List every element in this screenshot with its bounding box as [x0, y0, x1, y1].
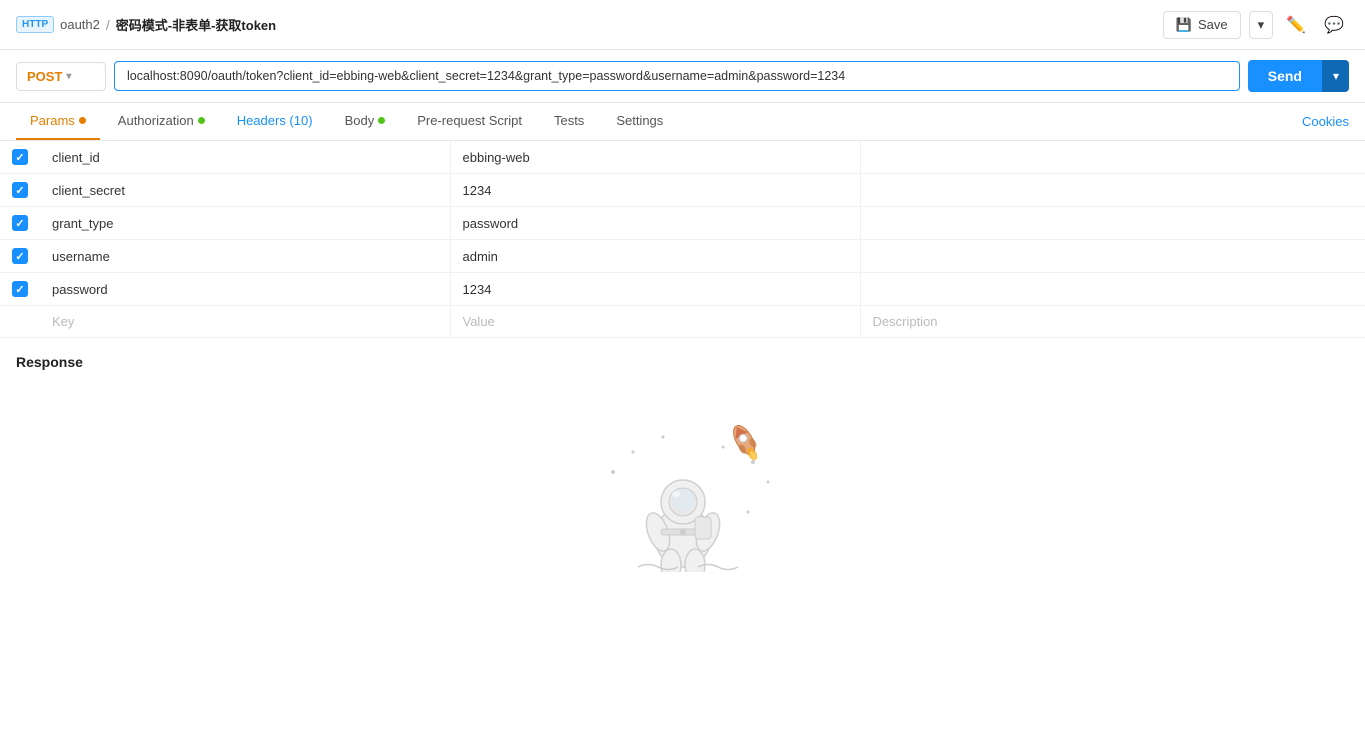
key-cell-4: username — [40, 240, 450, 273]
save-icon: 💾 — [1176, 17, 1192, 33]
desc-cell-4 — [860, 240, 1365, 273]
pre-request-label: Pre-request Script — [417, 113, 522, 128]
tests-label: Tests — [554, 113, 584, 128]
breadcrumb-title: 密码模式-非表单-获取token — [116, 15, 276, 34]
url-input[interactable] — [114, 61, 1240, 91]
tabs-bar: Params Authorization Headers (10) Body P… — [0, 103, 1365, 141]
save-button[interactable]: 💾 Save — [1163, 11, 1241, 39]
row-checkbox-5[interactable] — [12, 281, 28, 297]
tab-authorization[interactable]: Authorization — [104, 103, 219, 140]
value-cell-5: 1234 — [450, 273, 860, 306]
desc-cell-5 — [860, 273, 1365, 306]
cookies-link[interactable]: Cookies — [1302, 104, 1349, 139]
pencil-icon: ✏️ — [1286, 17, 1306, 34]
params-table: client_id ebbing-web client_secret 1234 … — [0, 141, 1365, 338]
headers-label: Headers (10) — [237, 113, 313, 128]
table-row: password 1234 — [0, 273, 1365, 306]
params-label: Params — [30, 113, 75, 128]
breadcrumb-parent: oauth2 — [60, 17, 100, 32]
response-section: Response — [0, 338, 1365, 598]
body-dot — [378, 117, 385, 124]
table-row-empty: Key Value Description — [0, 306, 1365, 338]
settings-label: Settings — [616, 113, 663, 128]
authorization-label: Authorization — [118, 113, 194, 128]
table-row: grant_type password — [0, 207, 1365, 240]
chevron-down-icon: ▾ — [1333, 69, 1339, 83]
tab-pre-request[interactable]: Pre-request Script — [403, 103, 536, 140]
table-row: client_secret 1234 — [0, 174, 1365, 207]
value-cell-3: password — [450, 207, 860, 240]
description-placeholder[interactable]: Description — [860, 306, 1365, 338]
row-checkbox-2[interactable] — [12, 182, 28, 198]
value-cell-4: admin — [450, 240, 860, 273]
tab-tests[interactable]: Tests — [540, 103, 598, 140]
send-button-group: Send ▾ — [1248, 60, 1349, 92]
key-cell-3: grant_type — [40, 207, 450, 240]
tab-params[interactable]: Params — [16, 103, 100, 140]
tab-settings[interactable]: Settings — [602, 103, 677, 140]
value-cell-1: ebbing-web — [450, 141, 860, 174]
url-bar: POST ▾ Send ▾ — [0, 50, 1365, 103]
toolbar-right: 💾 Save ▾ ✏️ 💬 — [1163, 10, 1349, 40]
tab-body[interactable]: Body — [331, 103, 400, 140]
authorization-dot — [198, 117, 205, 124]
method-arrow-icon: ▾ — [66, 71, 71, 82]
key-cell-1: client_id — [40, 141, 450, 174]
save-label: Save — [1198, 17, 1228, 32]
key-cell-2: client_secret — [40, 174, 450, 207]
chevron-down-icon: ▾ — [1258, 17, 1265, 32]
row-checkbox-1[interactable] — [12, 149, 28, 165]
response-title: Response — [16, 354, 1349, 370]
params-dot — [79, 117, 86, 124]
table-row: client_id ebbing-web — [0, 141, 1365, 174]
key-placeholder[interactable]: Key — [40, 306, 450, 338]
top-bar: HTTP oauth2 / 密码模式-非表单-获取token 💾 Save ▾ … — [0, 0, 1365, 50]
breadcrumb: HTTP oauth2 / 密码模式-非表单-获取token — [16, 15, 1163, 34]
key-cell-5: password — [40, 273, 450, 306]
desc-cell-3 — [860, 207, 1365, 240]
value-placeholder[interactable]: Value — [450, 306, 860, 338]
comment-icon: 💬 — [1324, 17, 1344, 34]
desc-cell-2 — [860, 174, 1365, 207]
send-button[interactable]: Send — [1248, 60, 1322, 92]
row-checkbox-4[interactable] — [12, 248, 28, 264]
row-checkbox-3[interactable] — [12, 215, 28, 231]
save-dropdown-button[interactable]: ▾ — [1249, 11, 1274, 39]
table-row: username admin — [0, 240, 1365, 273]
method-select[interactable]: POST ▾ — [16, 62, 106, 91]
astronaut-illustration — [583, 412, 783, 572]
body-label: Body — [345, 113, 375, 128]
illustration-container — [16, 382, 1349, 582]
comment-button[interactable]: 💬 — [1319, 10, 1349, 40]
breadcrumb-separator: / — [106, 17, 110, 33]
edit-button[interactable]: ✏️ — [1281, 10, 1311, 40]
tab-headers[interactable]: Headers (10) — [223, 103, 327, 140]
http-badge: HTTP — [16, 16, 54, 33]
send-dropdown-button[interactable]: ▾ — [1322, 60, 1349, 92]
desc-cell-1 — [860, 141, 1365, 174]
method-label: POST — [27, 69, 62, 84]
value-cell-2: 1234 — [450, 174, 860, 207]
